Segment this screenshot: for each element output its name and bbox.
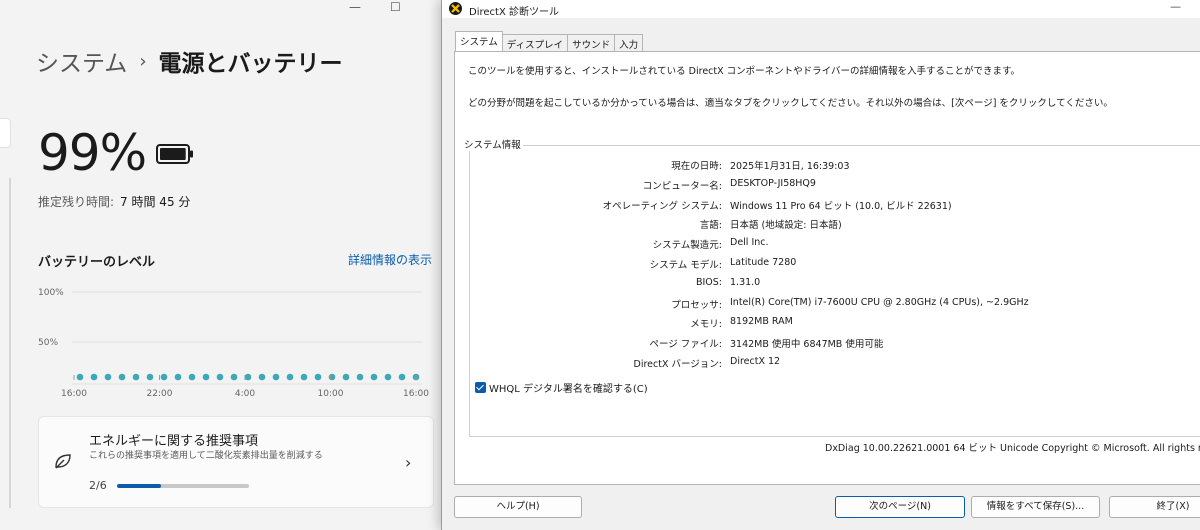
chart-point xyxy=(258,373,266,381)
energy-card-title: エネルギーに関する推奨事項 xyxy=(89,434,259,449)
tab-display[interactable]: ディスプレイ xyxy=(501,34,569,51)
chart-point xyxy=(90,373,98,381)
system-info-label: メモリ: xyxy=(690,319,722,331)
system-info-value: Intel(R) Core(TM) i7-7600U CPU @ 2.80GHz… xyxy=(730,296,1029,308)
dxdiag-titlebar[interactable]: DirectX 診断ツール — xyxy=(442,0,1200,18)
chart-point xyxy=(188,373,196,381)
chart-point xyxy=(370,373,378,381)
system-info-value: Dell Inc. xyxy=(730,237,769,249)
system-info-label: 言語: xyxy=(699,220,722,232)
intro-text-2: どの分野が問題を起こしているか分かっている場合は、適当なタブをクリックしてくださ… xyxy=(468,98,1113,109)
exit-button[interactable]: 終了(X) xyxy=(1109,496,1200,518)
chart-point xyxy=(286,373,294,381)
system-info-value: 3142MB 使用中 6847MB 使用可能 xyxy=(730,339,884,351)
tab-system[interactable]: システム xyxy=(455,31,503,51)
energy-progress-fill xyxy=(117,484,161,488)
dxdiag-version-footer: DxDiag 10.00.22621.0001 64 ビット Unicode C… xyxy=(825,443,1200,454)
system-info-label: システム モデル: xyxy=(649,260,722,271)
breadcrumb: システム › 電源とバッテリー xyxy=(36,44,343,78)
chart-point xyxy=(230,373,238,381)
chart-point xyxy=(398,373,406,381)
energy-progress-bar xyxy=(117,484,249,488)
chart-point xyxy=(202,373,210,381)
system-info-label: DirectX バージョン: xyxy=(633,359,722,370)
dxdiag-minimize-button[interactable]: — xyxy=(1170,0,1181,13)
chart-point xyxy=(342,373,350,381)
chart-point xyxy=(314,373,322,381)
system-info-value: 日本語 (地域設定: 日本語) xyxy=(730,220,842,232)
energy-progress-label: 2/6 xyxy=(89,479,107,492)
chart-point xyxy=(272,373,280,381)
system-info-label: BIOS: xyxy=(695,276,722,288)
system-info-label: コンピューター名: xyxy=(642,180,722,192)
chart-x-tick-label: 16:00 xyxy=(403,389,429,399)
chart-point xyxy=(118,373,126,381)
tab-input[interactable]: 入力 xyxy=(614,34,644,51)
chart-point xyxy=(300,373,308,381)
system-info-label: オペレーティング システム: xyxy=(602,200,722,212)
chart-y-tick-label: 100% xyxy=(38,288,64,298)
chart-point xyxy=(216,373,224,381)
settings-window: — ☐ システム › 電源とバッテリー 99% 推定残り時間: 7 時間 45 分… xyxy=(0,0,445,530)
dxdiag-tabs: システム ディスプレイ サウンド 入力 xyxy=(455,31,644,51)
system-info-value: 2025年1月31日, 16:39:03 xyxy=(730,161,850,172)
chart-point xyxy=(328,373,336,381)
remaining-time-value: 7 時間 45 分 xyxy=(120,195,191,209)
chart-point xyxy=(104,373,112,381)
next-page-button[interactable]: 次のページ(N) xyxy=(835,496,965,518)
chart-x-tick-label: 10:00 xyxy=(318,389,344,399)
chart-point xyxy=(356,373,364,381)
directx-icon xyxy=(449,2,462,15)
save-all-info-button[interactable]: 情報をすべて保存(S)... xyxy=(971,496,1100,518)
checkbox-checked-icon[interactable] xyxy=(475,382,486,393)
energy-card-description: これらの推奨事項を適用して二酸化炭素排出量を削減する xyxy=(89,451,323,461)
system-info-legend: システム情報 xyxy=(462,137,523,151)
battery-icon xyxy=(156,144,193,164)
system-info-value: DESKTOP-JI58HQ9 xyxy=(730,177,816,189)
chart-y-tick-label: 50% xyxy=(38,338,58,348)
breadcrumb-separator: › xyxy=(139,50,147,72)
help-button[interactable]: ヘルプ(H) xyxy=(454,496,582,518)
chart-point xyxy=(146,373,154,381)
chart-x-tick-label: 4:00 xyxy=(235,389,255,399)
system-info-label: ページ ファイル: xyxy=(649,339,722,351)
page-title: 電源とバッテリー xyxy=(158,51,343,77)
dxdiag-title: DirectX 診断ツール xyxy=(469,7,559,18)
details-link[interactable]: 詳細情報の表示 xyxy=(348,251,432,268)
chart-point xyxy=(174,373,182,381)
chart-point xyxy=(160,373,168,381)
sidebar-collapsed-edge[interactable] xyxy=(0,118,11,148)
chart-point xyxy=(76,373,84,381)
battery-level-title: バッテリーのレベル xyxy=(38,255,156,270)
whql-label: WHQL デジタル署名を確認する(C) xyxy=(489,384,648,395)
remaining-time-label: 推定残り時間: xyxy=(38,195,115,209)
battery-percentage: 99% xyxy=(38,124,147,182)
system-info-value: 1.31.0 xyxy=(730,276,761,288)
system-info-value: Windows 11 Pro 64 ビット (10.0, ビルド 22631) xyxy=(730,200,952,212)
chart-x-tick-label: 22:00 xyxy=(147,389,173,399)
remaining-time: 推定残り時間: 7 時間 45 分 xyxy=(38,193,190,210)
sidebar-scrollbar[interactable] xyxy=(9,178,11,508)
system-info-value: DirectX 12 xyxy=(730,356,781,367)
system-info-value: Latitude 7280 xyxy=(730,257,797,268)
battery-level-chart: 100% 50% 16:00 22:00 4:00 10:00 16:00 xyxy=(38,288,429,399)
system-info-label: 現在の日時: xyxy=(671,161,722,172)
leaf-icon xyxy=(55,454,71,469)
system-info-label: プロセッサ: xyxy=(671,299,722,311)
whql-checkbox[interactable]: WHQL デジタル署名を確認する(C) xyxy=(475,380,648,395)
dxdiag-window: DirectX 診断ツール — システム ディスプレイ サウンド 入力 このツー… xyxy=(441,0,1200,530)
intro-text-1: このツールを使用すると、インストールされている DirectX コンポーネントや… xyxy=(468,66,1020,77)
system-info-value: 8192MB RAM xyxy=(730,316,793,328)
maximize-button[interactable]: ☐ xyxy=(390,0,401,14)
tab-sound[interactable]: サウンド xyxy=(567,34,616,51)
chevron-right-icon: › xyxy=(405,453,412,472)
chart-x-tick-label: 16:00 xyxy=(61,389,87,399)
chart-point xyxy=(384,373,392,381)
system-info-label: システム製造元: xyxy=(652,240,722,252)
minimize-button[interactable]: — xyxy=(349,0,361,14)
chart-point xyxy=(244,373,252,381)
chart-point xyxy=(132,373,140,381)
energy-recommendations-card[interactable]: エネルギーに関する推奨事項 これらの推奨事項を適用して二酸化炭素排出量を削減する… xyxy=(38,416,434,508)
breadcrumb-system[interactable]: システム xyxy=(36,44,127,78)
